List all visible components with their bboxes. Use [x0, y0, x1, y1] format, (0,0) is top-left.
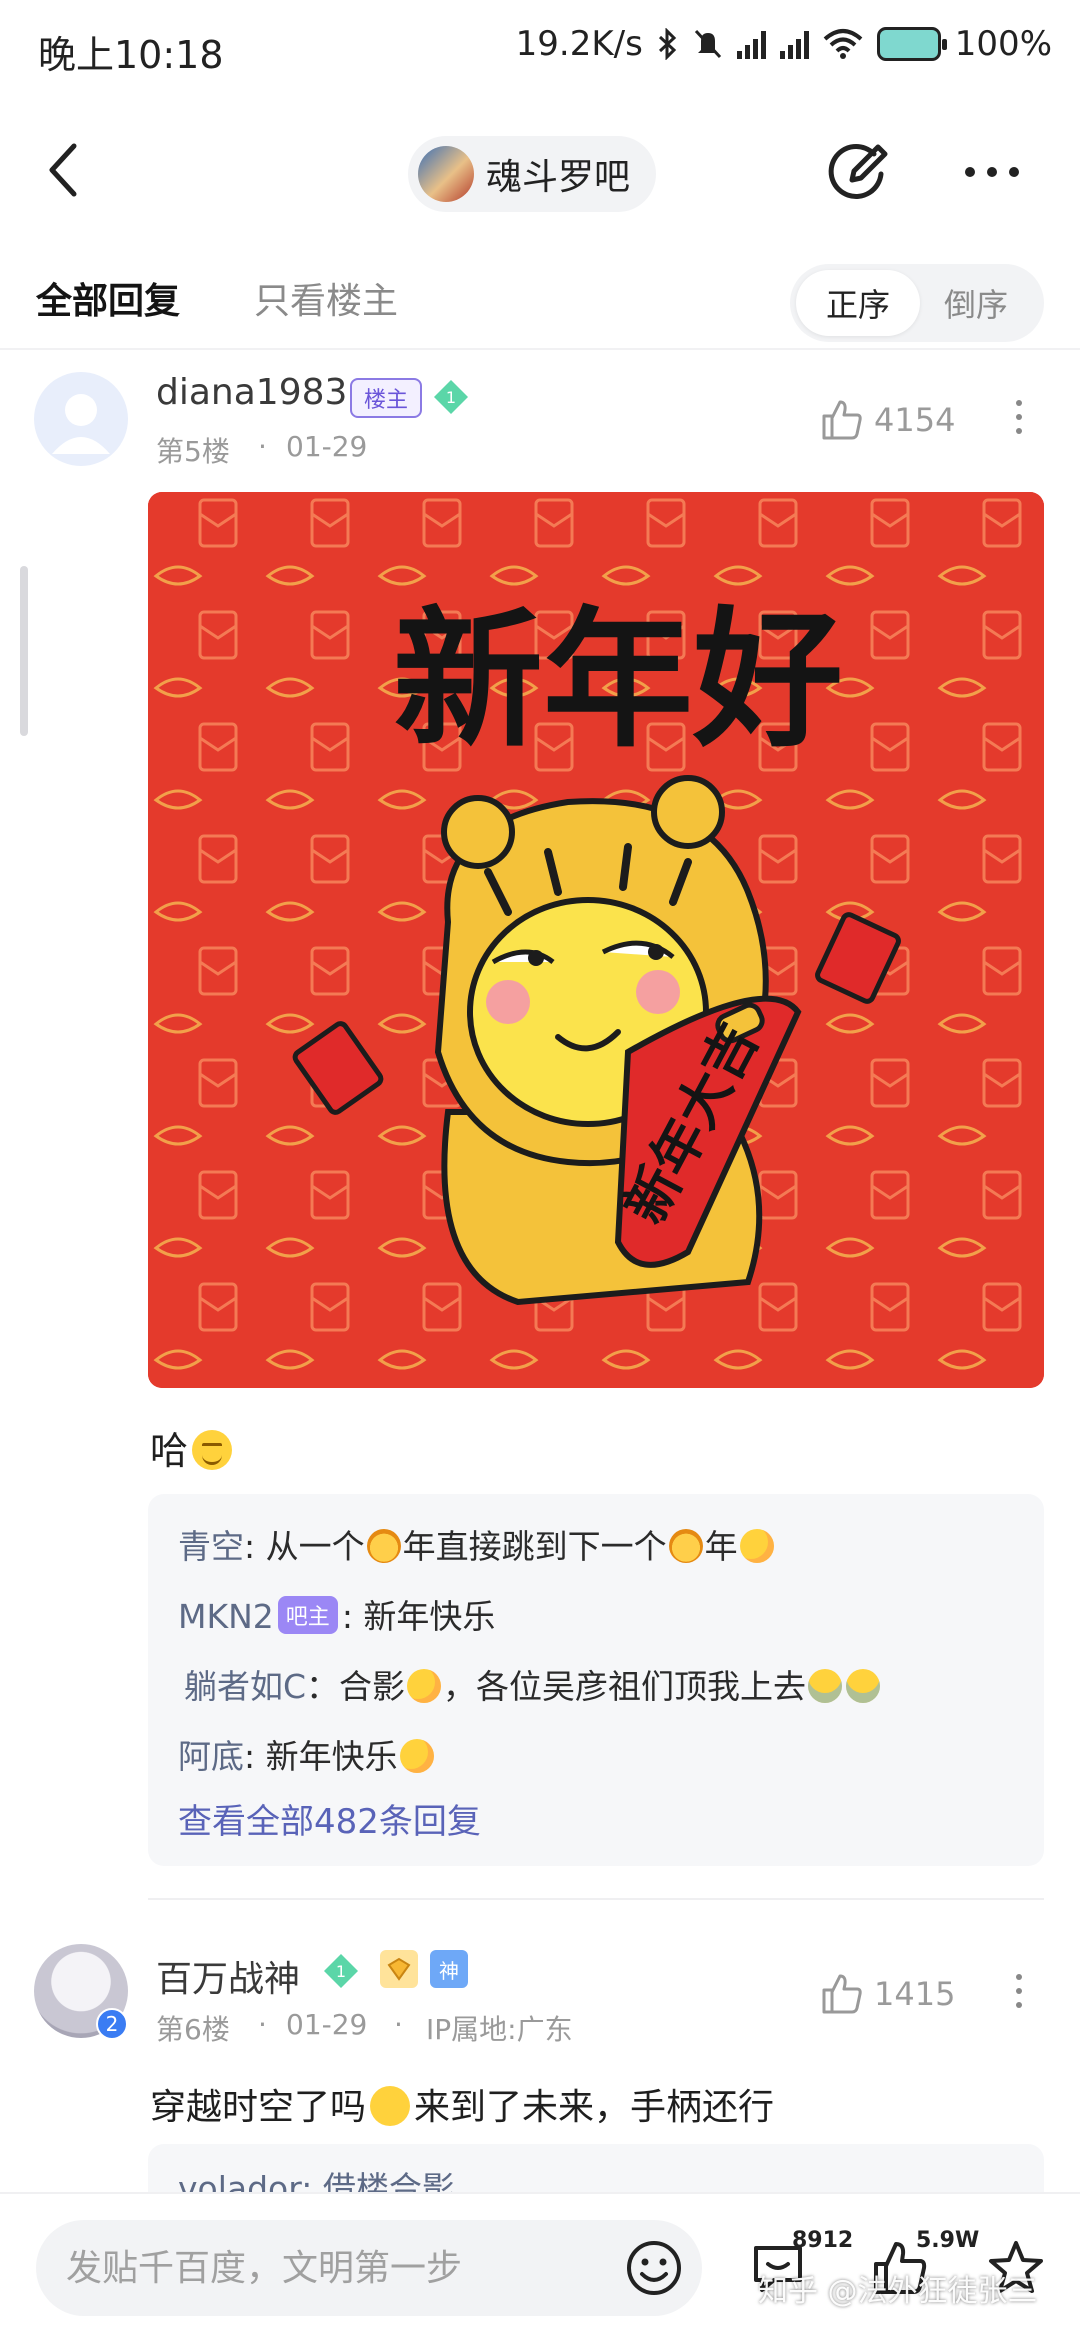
floor-number: 第5楼 — [156, 435, 230, 468]
verified-badge: 2 — [96, 2008, 128, 2040]
avatar[interactable] — [34, 372, 128, 466]
view-all-replies-link[interactable]: 查看全部482条回复 — [178, 1794, 481, 1843]
reply-sep: : — [244, 1527, 256, 1566]
tiger-emoji-icon — [668, 1529, 703, 1563]
post-body: 穿越时空了吗 来到了未来，手柄还行 — [150, 2078, 774, 2130]
like-count: 4154 — [874, 401, 956, 439]
status-icons: 19.2K/s 100% — [516, 24, 1052, 64]
laugh-emoji-icon — [370, 2086, 411, 2126]
god-badge: 神 — [430, 1950, 468, 1988]
default-avatar-icon — [52, 394, 110, 454]
reply-text: 新年快乐 — [255, 1737, 398, 1776]
post-menu-icon[interactable] — [1014, 400, 1024, 440]
username[interactable]: diana1983 — [156, 372, 347, 413]
post-body-text: 穿越时空了吗 — [150, 2087, 367, 2128]
forum-avatar — [418, 146, 474, 202]
status-bar: 晚上10:18 19.2K/s 100% — [0, 0, 1080, 98]
divider — [148, 1898, 1044, 1900]
sub-replies[interactable]: 青空: 从一个 年直接跳到下一个年 MKN2 吧主: 新年快乐 躺者如C：合影 ，各位… — [148, 1494, 1044, 1866]
like-button[interactable]: 1415 — [820, 1972, 955, 2016]
wifi-icon — [823, 29, 863, 59]
edit-icon[interactable] — [826, 140, 890, 204]
signal-icon-2 — [779, 29, 809, 59]
cry-emoji-icon — [808, 1669, 843, 1703]
net-speed: 19.2K/s — [515, 24, 643, 64]
reply-text: ，各位吴彦祖们顶我上去 — [443, 1667, 807, 1706]
shy-emoji-icon — [399, 1739, 434, 1773]
bluetooth-icon — [658, 28, 676, 60]
post-menu-icon[interactable] — [1014, 1974, 1024, 2014]
like-button[interactable]: 4154 — [820, 398, 955, 442]
thumbs-up-icon — [822, 1974, 862, 2014]
reply-user[interactable]: 青空 — [178, 1527, 244, 1566]
post-image[interactable]: 新年好 新年大吉 — [148, 492, 1044, 1388]
floor-number: 第6楼 — [156, 2013, 230, 2046]
comment-count: 8912 — [792, 2228, 854, 2253]
back-icon[interactable] — [40, 140, 90, 200]
signal-icon-1 — [736, 29, 766, 59]
forum-title-pill[interactable]: 魂斗罗吧 — [408, 136, 657, 212]
svg-text:1: 1 — [446, 388, 456, 407]
reply-input[interactable] — [66, 2220, 606, 2316]
reply-sep: ： — [306, 1667, 340, 1706]
badge-icon — [380, 1950, 418, 1988]
post-date: 01-29 — [286, 430, 368, 463]
shy-emoji-icon — [739, 1529, 774, 1563]
tab-op-only[interactable]: 只看楼主 — [254, 272, 398, 324]
reply-text: 年直接跳到下一个 — [402, 1527, 667, 1566]
admin-badge: 吧主 — [277, 1596, 338, 1634]
compose-box[interactable] — [36, 2220, 702, 2316]
battery-level: 100% — [954, 24, 1052, 64]
sub-reply[interactable]: MKN2 吧主: 新年快乐 — [178, 1590, 495, 1638]
mute-icon — [694, 29, 721, 59]
reply-sep: : — [341, 1597, 353, 1636]
battery-icon — [876, 27, 947, 61]
emoji-icon[interactable] — [624, 2238, 684, 2298]
forum-name: 魂斗罗吧 — [486, 157, 631, 198]
watermark: 知乎 @法外狂徒张三 — [758, 2274, 1038, 2309]
post-date: 01-29 — [286, 2008, 368, 2041]
sticker-title: 新年好 — [393, 592, 843, 768]
smirk-emoji-icon — [407, 1669, 442, 1703]
sort-ascending[interactable]: 正序 — [796, 270, 920, 336]
reply-text: 年 — [704, 1527, 738, 1566]
reply-text: 从一个 — [255, 1527, 365, 1566]
tab-all-replies[interactable]: 全部回复 — [36, 272, 180, 324]
like-total-count: 5.9W — [916, 2228, 980, 2253]
meta-dot: · — [258, 430, 267, 463]
meta-dot: · — [258, 2008, 267, 2041]
ip-location: IP属地:广东 — [426, 2013, 573, 2046]
reply-tabs: 全部回复 只看楼主 正序 倒序 — [0, 258, 1080, 350]
post-body: 哈 — [150, 1420, 233, 1475]
reply-sep: : — [244, 1737, 256, 1776]
sort-descending[interactable]: 倒序 — [914, 270, 1038, 336]
op-tag: 楼主 — [350, 378, 422, 418]
reply-user[interactable]: MKN2 — [178, 1597, 274, 1636]
more-icon[interactable] — [962, 162, 1022, 182]
username[interactable]: 百万战神 — [156, 1950, 300, 2002]
tiger-emoji-icon — [366, 1529, 401, 1563]
cry-emoji-icon — [846, 1669, 881, 1703]
level-gem-icon: 1 — [434, 380, 468, 414]
sort-toggle: 正序 倒序 — [790, 264, 1044, 342]
sub-reply[interactable]: 阿底: 新年快乐 — [178, 1730, 436, 1778]
post-body-text: 来到了未来，手柄还行 — [414, 2087, 775, 2128]
level-gem-icon: 1 — [324, 1954, 358, 1988]
sub-reply[interactable]: 青空: 从一个 年直接跳到下一个年 — [178, 1520, 776, 1568]
thumbs-up-icon — [822, 400, 862, 440]
reply-user[interactable]: 阿底 — [178, 1737, 244, 1776]
meta-dot: · — [394, 2008, 403, 2041]
post-body-text: 哈 — [150, 1429, 189, 1473]
status-time: 晚上10:18 — [38, 33, 224, 77]
tiger-sticker-image: 新年好 新年大吉 — [148, 492, 1044, 1388]
svg-text:1: 1 — [336, 1962, 346, 1981]
top-nav: 魂斗罗吧 — [0, 110, 1080, 230]
like-count: 1415 — [874, 1975, 956, 2013]
sub-reply[interactable]: 躺者如C：合影 ，各位吴彦祖们顶我上去 — [184, 1660, 882, 1708]
scrollbar[interactable] — [20, 566, 28, 736]
smile-emoji-icon — [192, 1430, 233, 1470]
reply-text: 新年快乐 — [352, 1597, 496, 1636]
reply-text: 合影 — [339, 1667, 406, 1706]
reply-user[interactable]: 躺者如C — [184, 1667, 306, 1706]
